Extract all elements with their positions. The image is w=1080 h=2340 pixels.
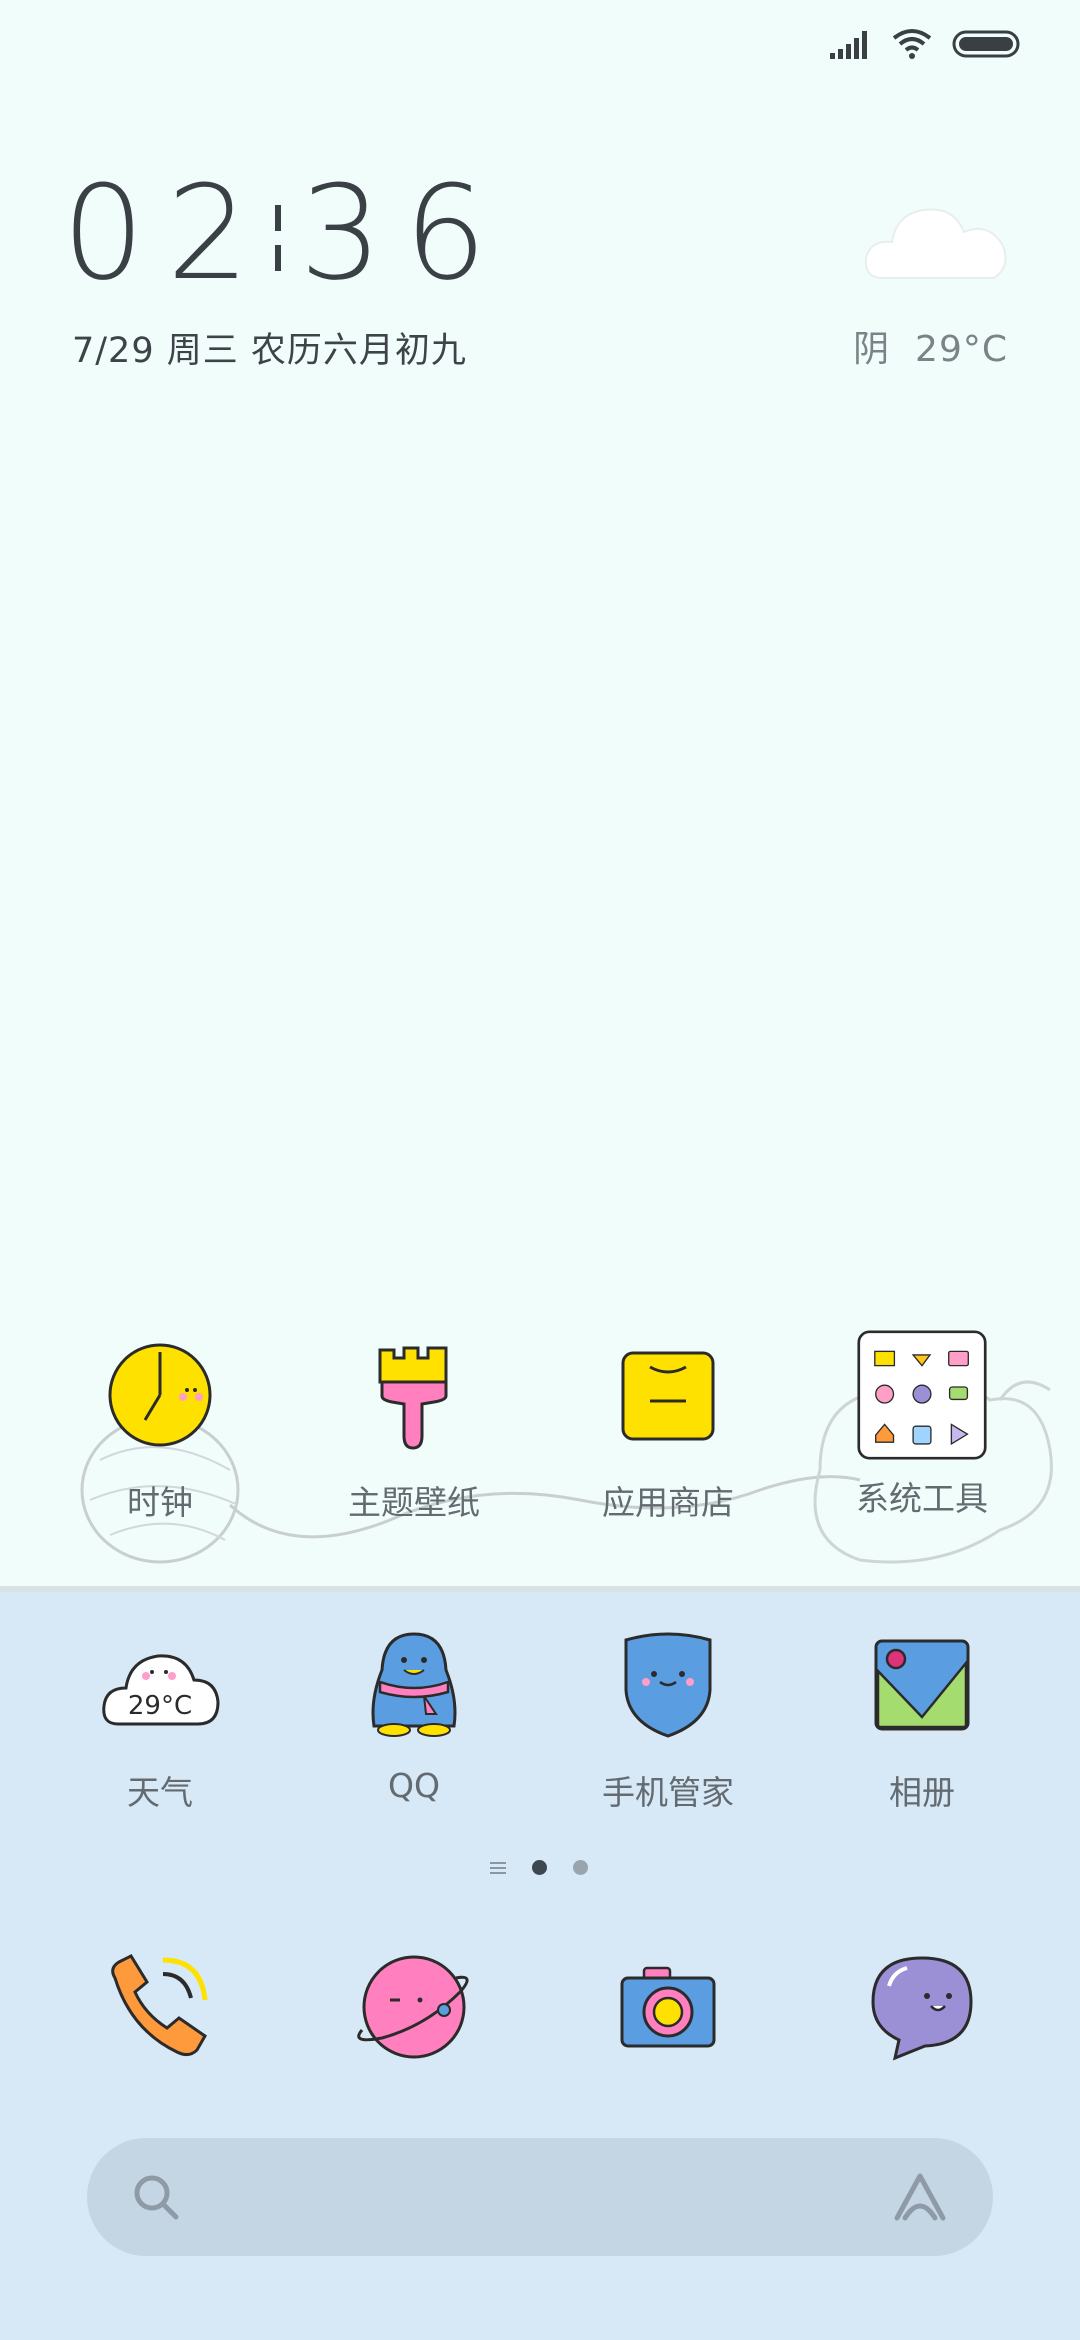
page-dot-1[interactable] xyxy=(532,1860,547,1875)
weather-temperature: 29°C xyxy=(915,329,1008,370)
app-label: 相册 xyxy=(889,1773,955,1812)
wifi-icon xyxy=(892,29,932,59)
dock-messages[interactable] xyxy=(812,1942,1032,2072)
app-label: 天气 xyxy=(127,1773,193,1812)
page-dot-2[interactable] xyxy=(573,1860,588,1875)
date-text[interactable]: 7/29 周三 农历六月初九 xyxy=(72,322,467,373)
app-label: 应用商店 xyxy=(602,1483,734,1522)
app-phone-manager[interactable]: 手机管家 xyxy=(558,1620,778,1814)
weather-icon: 29°C xyxy=(102,1654,220,1726)
clock-minute: 36 xyxy=(299,157,509,309)
camera-icon xyxy=(620,1966,716,2048)
clock-hour: 02 xyxy=(62,157,272,309)
paintbrush-icon xyxy=(378,1346,448,1450)
signal-icon xyxy=(830,31,867,59)
assistant-icon[interactable] xyxy=(891,2168,949,2226)
folder-label: 系统工具 xyxy=(856,1479,988,1518)
weather-icon-temp: 29°C xyxy=(128,1691,192,1721)
clock-colon xyxy=(275,195,282,281)
app-gallery[interactable]: 相册 xyxy=(812,1620,1032,1814)
clock-icon xyxy=(108,1343,212,1447)
app-weather[interactable]: 29°C 天气 xyxy=(50,1620,270,1814)
folder-icon xyxy=(857,1330,987,1460)
app-themes[interactable]: 主题壁纸 xyxy=(304,1330,524,1524)
weather-summary[interactable]: 阴 29°C xyxy=(853,320,1008,372)
browser-planet-icon xyxy=(357,1955,469,2059)
lockscreen-clock[interactable]: 02 36 xyxy=(62,168,509,298)
page-indicator[interactable] xyxy=(490,1860,588,1875)
dock-phone[interactable] xyxy=(50,1942,270,2072)
search-icon[interactable] xyxy=(131,2172,181,2222)
dock-camera[interactable] xyxy=(558,1942,778,2072)
battery-icon xyxy=(952,30,1020,58)
app-store[interactable]: 应用商店 xyxy=(558,1330,778,1524)
shield-icon xyxy=(624,1632,712,1738)
app-label: QQ xyxy=(388,1766,440,1805)
cloud-icon[interactable] xyxy=(862,188,1012,288)
folder-system-tools[interactable]: 系统工具 xyxy=(812,1322,1032,1520)
messages-icon xyxy=(871,1956,973,2061)
app-label: 时钟 xyxy=(127,1483,193,1522)
app-clock[interactable]: 时钟 xyxy=(50,1330,270,1524)
app-qq[interactable]: QQ xyxy=(304,1620,524,1805)
status-bar xyxy=(830,28,1020,60)
gallery-icon xyxy=(874,1639,970,1731)
phone-icon xyxy=(111,1954,208,2057)
app-store-bag-icon xyxy=(621,1351,715,1441)
weather-condition: 阴 xyxy=(853,329,891,370)
search-bar[interactable] xyxy=(87,2138,993,2256)
dock-browser[interactable] xyxy=(304,1942,524,2072)
app-list-menu-icon[interactable] xyxy=(490,1861,506,1874)
app-label: 主题壁纸 xyxy=(348,1483,480,1522)
app-label: 手机管家 xyxy=(602,1773,734,1812)
qq-penguin-icon xyxy=(371,1632,457,1737)
